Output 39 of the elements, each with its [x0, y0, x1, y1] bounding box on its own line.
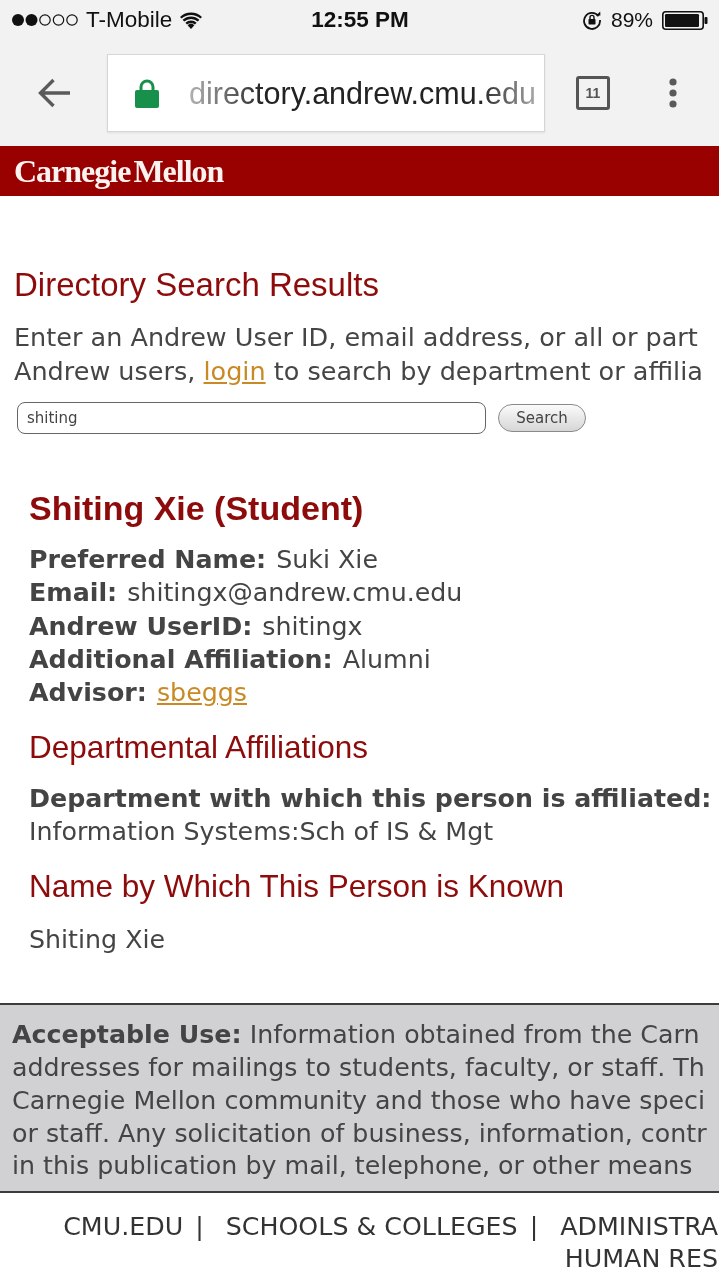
acceptable-use-text: Acceptable Use: Information obtained from the Carn addresses for mailings to students, faculty, or staff. Th Carnegie Mellon community and those who have speci or staff. Any solicitation of business, information, contr in this publication by mail, telephone, or other means — [12, 1019, 708, 1183]
field-value: Alumni — [342, 643, 431, 676]
search-field[interactable]: shiting — [17, 402, 486, 434]
nav-separator: | — [195, 1211, 204, 1243]
tab-switcher-button[interactable]: 11 — [576, 76, 610, 110]
field-label: Advisor: — [29, 677, 147, 709]
battery-percentage: 89% — [610, 8, 653, 32]
address-bar[interactable]: directory.andrew.cmu.edu — [107, 54, 545, 132]
field-value: Shiting Xie — [29, 924, 167, 957]
url-text: directory.andrew.cmu.edu — [189, 75, 536, 111]
page-title: Directory Search Results — [14, 266, 380, 304]
search-button[interactable]: Search — [498, 404, 586, 432]
person-name-heading: Shiting Xie (Student) — [29, 489, 365, 527]
vertical-dots-icon — [669, 78, 677, 108]
field-label: Andrew UserID: — [29, 610, 253, 643]
field-label: Email: — [29, 577, 118, 610]
signal-strength-icon — [12, 14, 78, 26]
padlock-icon — [135, 78, 159, 108]
battery-icon — [662, 10, 708, 30]
section-heading: Name by Which This Person is Known — [29, 868, 566, 905]
arrow-left-icon — [38, 78, 72, 108]
section-heading: Departmental Affiliations — [29, 729, 370, 766]
rotation-lock-icon — [581, 10, 602, 30]
field-value: shitingx@andrew.cmu.edu — [127, 577, 463, 610]
footer-nav-link[interactable]: HUMAN RES — [564, 1243, 718, 1275]
nav-separator: | — [529, 1211, 539, 1243]
wifi-icon — [180, 11, 203, 29]
university-logo-text[interactable]: Carnegie Mellon — [14, 152, 224, 190]
carrier-name: T-Mobile — [86, 7, 173, 33]
field-value: Information Systems:Sch of IS & Mgt — [29, 816, 495, 849]
intro-text: Enter an Andrew User ID, email address, or all or part Andrew users, login to search by department or affilia — [14, 321, 704, 388]
footer-nav-link[interactable]: CMU.EDU — [63, 1211, 184, 1243]
field-label: Preferred Name: — [29, 544, 267, 576]
field-value: Suki Xie — [276, 544, 378, 576]
field-label: Additional Affiliation: — [29, 643, 333, 676]
footer-nav-link[interactable]: SCHOOLS & COLLEGES — [225, 1211, 518, 1243]
clock-time: 12:55 PM — [311, 7, 409, 33]
field-value: shitingx — [262, 610, 363, 643]
footer-nav-link[interactable]: ADMINISTRA — [560, 1211, 718, 1243]
